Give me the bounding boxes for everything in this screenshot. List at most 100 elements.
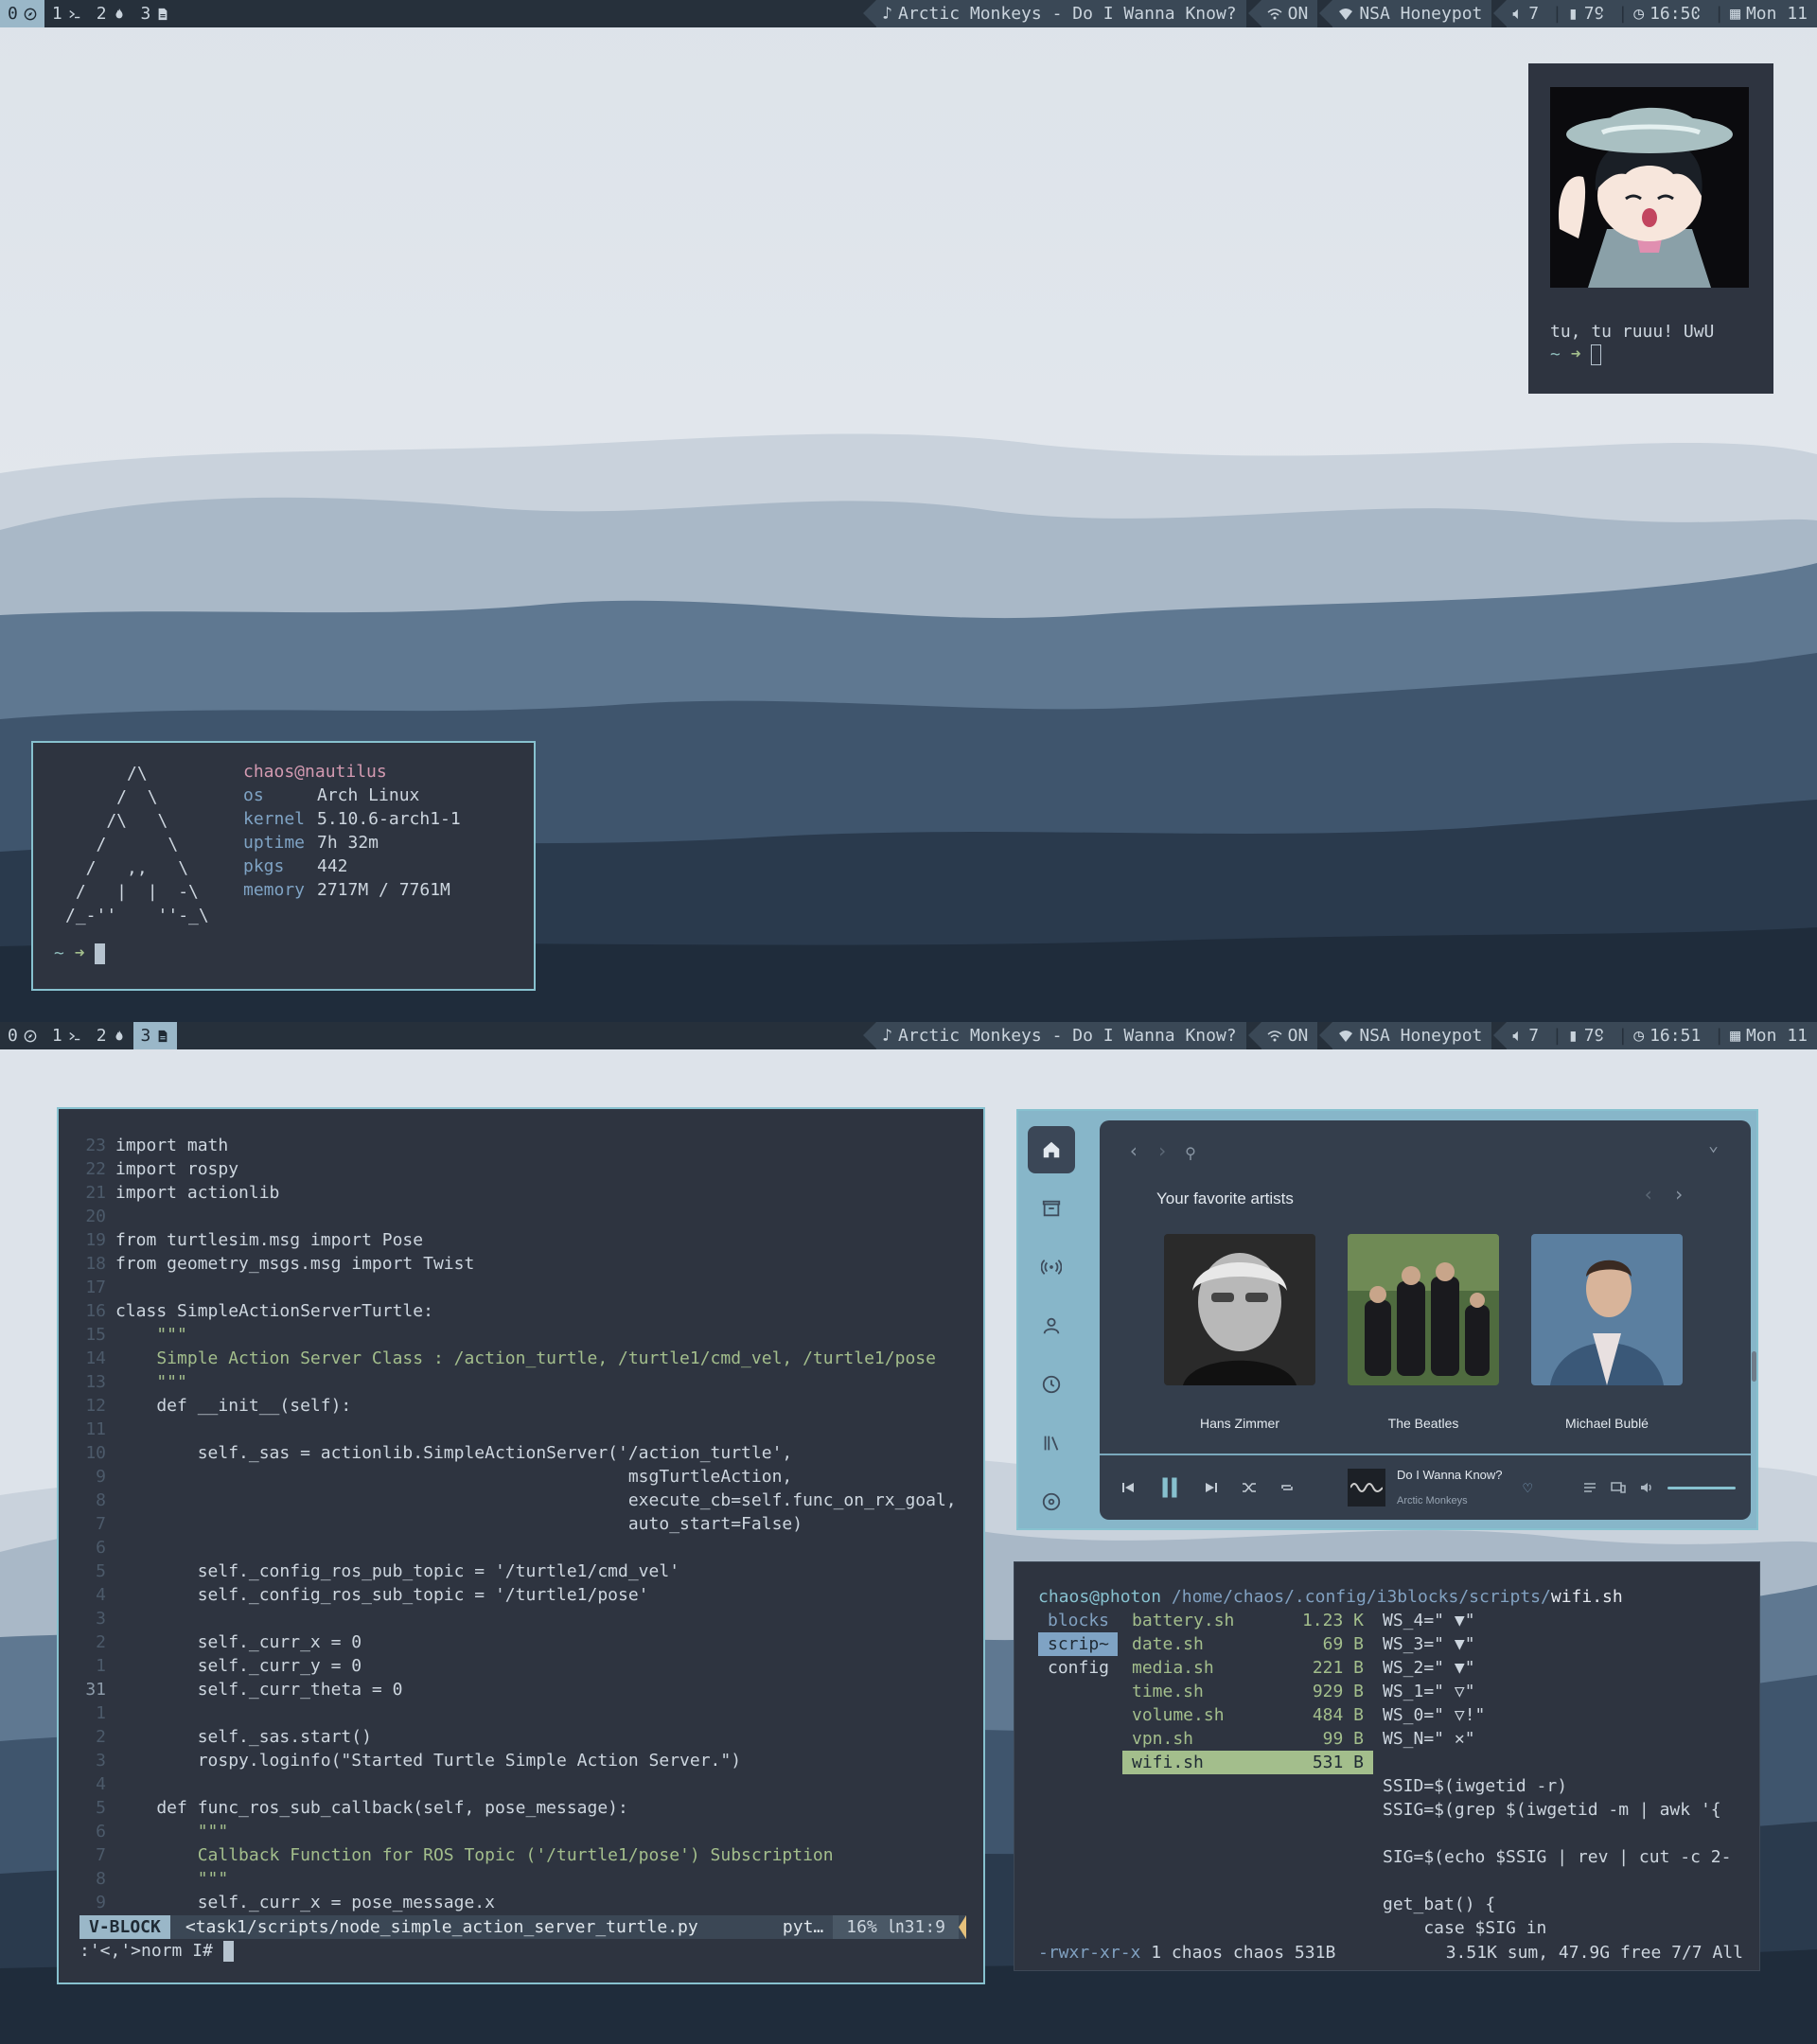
workspace-0[interactable]: 0 (0, 0, 44, 27)
code-line[interactable]: 2 self._sas.start() (78, 1725, 967, 1749)
artist-card[interactable]: Hans Zimmer (1164, 1234, 1315, 1436)
code-line[interactable]: 22 import rospy (78, 1157, 967, 1181)
music-player-window[interactable]: ‹ › ⚲ ⌄ Your favorite artists ‹ › Hans Z… (1016, 1109, 1758, 1530)
shell-prompt[interactable]: ~ ➜ (54, 942, 106, 965)
workspace-3[interactable]: 3 (132, 1022, 178, 1049)
home-nav[interactable] (1028, 1126, 1075, 1173)
carousel-next-icon[interactable]: › (1673, 1183, 1685, 1207)
shell-prompt[interactable]: ~ ➜ (1550, 344, 1714, 366)
code-line[interactable]: 4 (78, 1772, 967, 1796)
line-number: 1 (96, 1703, 106, 1723)
statusline-cap (959, 1915, 966, 1939)
library-nav[interactable] (1028, 1185, 1075, 1232)
line-number: 2 (96, 1632, 106, 1652)
code-line[interactable]: 14 Simple Action Server Class : /action_… (78, 1347, 967, 1370)
history-nav[interactable] (1028, 1361, 1075, 1408)
previous-icon[interactable] (1120, 1480, 1136, 1495)
heart-icon[interactable]: ♡ (1524, 1476, 1533, 1500)
code-line[interactable]: 3 rospy.loginfo("Started Turtle Simple A… (78, 1749, 967, 1772)
code-line[interactable]: 7 auto_start=False) (78, 1512, 967, 1536)
repeat-icon[interactable] (1279, 1480, 1295, 1495)
code-line[interactable]: 19 from turtlesim.msg import Pose (78, 1228, 967, 1252)
wifi-block[interactable]: NSA Honeypot (1319, 1022, 1492, 1049)
media-block[interactable]: ♪ Arctic Monkeys - Do I Wanna Know? (863, 1022, 1246, 1049)
code-line[interactable]: 11 (78, 1418, 967, 1441)
workspace-1[interactable]: 1 (44, 1022, 89, 1049)
wifi-block[interactable]: NSA Honeypot (1319, 0, 1492, 27)
code-line[interactable]: 5 def func_ros_sub_callback(self, pose_m… (78, 1796, 967, 1820)
code-line[interactable]: 8 execute_cb=self.func_on_rx_goal, (78, 1489, 967, 1512)
next-icon[interactable] (1204, 1480, 1219, 1495)
artists-nav[interactable] (1028, 1302, 1075, 1349)
shuffle-icon[interactable] (1242, 1480, 1257, 1495)
code-line[interactable]: 23 import math (78, 1134, 967, 1157)
search-icon[interactable]: ⚲ (1185, 1141, 1196, 1165)
code-buffer[interactable]: 23 import math 22 import rospy 21 import acti… (78, 1134, 967, 1914)
code-line[interactable]: 13 """ (78, 1370, 967, 1394)
carousel-prev-icon[interactable]: ‹ (1643, 1183, 1654, 1207)
file-entry-selected[interactable]: wifi.sh 531 B (1122, 1751, 1373, 1774)
queue-icon[interactable] (1582, 1480, 1597, 1495)
code-line[interactable]: 6 """ (78, 1820, 967, 1843)
file-entry[interactable]: volume.sh 484 B (1122, 1703, 1373, 1727)
volume-slider[interactable] (1667, 1486, 1736, 1489)
code-line[interactable]: 6 (78, 1536, 967, 1559)
file-entry[interactable]: media.sh 221 B (1122, 1656, 1373, 1680)
disc-nav[interactable] (1028, 1478, 1075, 1525)
terminal-icon (69, 9, 79, 18)
code-line[interactable]: 20 (78, 1205, 967, 1228)
artist-card[interactable]: Michael Bublé (1531, 1234, 1683, 1436)
dir-entry[interactable]: config (1038, 1656, 1118, 1680)
code-line[interactable]: 8 """ (78, 1867, 967, 1891)
chevron-down-icon[interactable]: ⌄ (1708, 1134, 1719, 1157)
code-line[interactable]: 9 msgTurtleAction, (78, 1465, 967, 1489)
pause-icon[interactable] (1158, 1476, 1181, 1499)
library-icon (1044, 1436, 1059, 1451)
vim-cmdline[interactable]: :'<,'>norm I# (79, 1939, 234, 1963)
forward-arrow-icon[interactable]: › (1156, 1139, 1168, 1165)
vpn-block[interactable]: ON (1247, 0, 1318, 27)
code-line[interactable]: 31 self._curr_theta = 0 (78, 1678, 967, 1701)
workspace-2[interactable]: 2 (89, 1022, 133, 1049)
ranger-file-manager[interactable]: chaos@photon /home/chaos/.config/i3block… (1014, 1561, 1760, 1971)
code-line[interactable]: 2 self._curr_x = 0 (78, 1630, 967, 1654)
mascot-terminal[interactable]: tu, tu ruuu! UwU ~ ➜ (1528, 63, 1773, 394)
file-entry[interactable]: time.sh 929 B (1122, 1680, 1373, 1703)
code-line[interactable]: 12 def __init__(self): (78, 1394, 967, 1418)
code-line[interactable]: 3 (78, 1607, 967, 1630)
scrollbar[interactable] (1752, 1351, 1756, 1382)
artist-card[interactable]: The Beatles (1348, 1234, 1499, 1436)
volume-icon[interactable] (1639, 1480, 1654, 1495)
workspace-2[interactable]: 2 (89, 0, 133, 27)
code-line[interactable]: 1 self._curr_y = 0 (78, 1654, 967, 1678)
workspace-0[interactable]: 0 (0, 1022, 44, 1049)
dir-entry[interactable]: blocks (1038, 1609, 1118, 1632)
code-line[interactable]: 16 class SimpleActionServerTurtle: (78, 1299, 967, 1323)
code-line[interactable]: 18 from geometry_msgs.msg import Twist (78, 1252, 967, 1276)
media-block[interactable]: ♪ Arctic Monkeys - Do I Wanna Know? (863, 0, 1246, 27)
vim-editor[interactable]: 23 import math 22 import rospy 21 import acti… (57, 1107, 985, 1984)
code-line[interactable]: 4 self._config_ros_sub_topic = '/turtle1… (78, 1583, 967, 1607)
file-entry[interactable]: vpn.sh 99 B (1122, 1727, 1373, 1751)
code-line[interactable]: 7 Callback Function for ROS Topic ('/tur… (78, 1843, 967, 1867)
workspace-1[interactable]: 1 (44, 0, 89, 27)
back-arrow-icon[interactable]: ‹ (1128, 1139, 1139, 1165)
code-line[interactable]: 9 self._curr_x = pose_message.x (78, 1891, 967, 1914)
file-name: volume.sh (1132, 1705, 1225, 1725)
file-entry[interactable]: battery.sh 1.23 K (1122, 1609, 1373, 1632)
dir-entry-selected[interactable]: scrip~ (1038, 1632, 1118, 1656)
file-entry[interactable]: date.sh 69 B (1122, 1632, 1373, 1656)
now-playing[interactable]: Do I Wanna Know? Arctic Monkeys ♡ (1348, 1463, 1532, 1513)
device-icon[interactable] (1611, 1480, 1626, 1495)
workspace-3[interactable]: 3 (133, 0, 178, 27)
fetch-terminal[interactable]: /\ / \ /\ \ / \ / ,, \ / | | -\ /_-'' ''… (31, 741, 536, 991)
vpn-block[interactable]: ON (1247, 1022, 1318, 1049)
code-line[interactable]: 17 (78, 1276, 967, 1299)
code-line[interactable]: 5 self._config_ros_pub_topic = '/turtle1… (78, 1559, 967, 1583)
code-line[interactable]: 1 (78, 1701, 967, 1725)
collection-nav[interactable] (1028, 1419, 1075, 1467)
code-line[interactable]: 21 import actionlib (78, 1181, 967, 1205)
code-line[interactable]: 15 """ (78, 1323, 967, 1347)
radio-nav[interactable] (1028, 1243, 1075, 1291)
code-line[interactable]: 10 self._sas = actionlib.SimpleActionSer… (78, 1441, 967, 1465)
